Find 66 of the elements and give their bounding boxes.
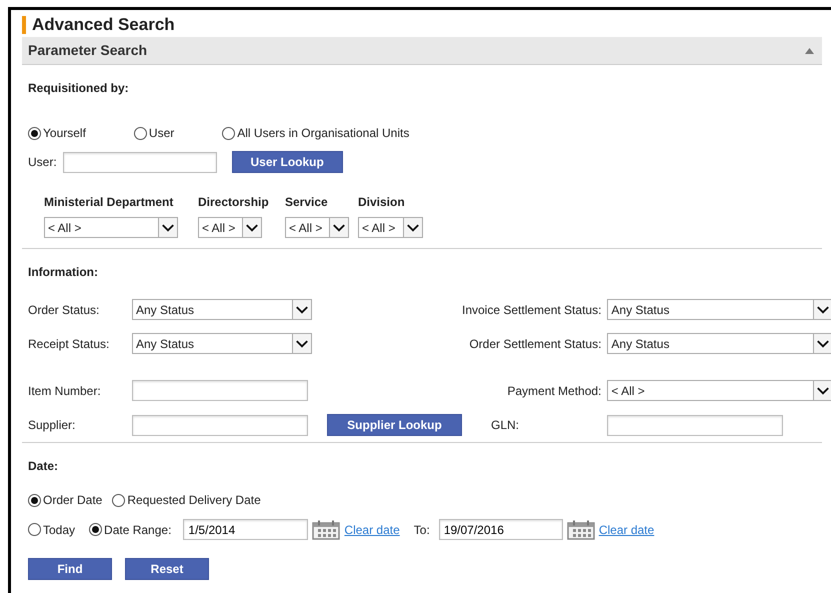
section-heading: Information: xyxy=(28,264,99,281)
radio-button[interactable] xyxy=(112,494,126,506)
clear-date-link[interactable]: Clear date xyxy=(598,520,654,538)
field-label: Invoice Settlement Status: xyxy=(462,302,602,318)
filter-label: Ministerial Department xyxy=(44,194,174,211)
text-field[interactable] xyxy=(607,414,784,436)
filter-dropdown[interactable]: < All > xyxy=(198,217,262,238)
field-label: Supplier: xyxy=(28,417,76,434)
status-dropdown[interactable]: Any Status xyxy=(132,299,312,320)
calendar-icon[interactable] xyxy=(566,520,595,540)
chevron-icon[interactable] xyxy=(292,334,311,353)
user-field[interactable] xyxy=(62,152,217,172)
radio-label: User xyxy=(148,125,174,142)
status-dropdown[interactable]: < All > xyxy=(607,380,831,401)
field-label: Receipt Status: xyxy=(28,336,110,352)
collapse-icon[interactable] xyxy=(805,48,814,54)
supplier-lookup-button[interactable]: Supplier Lookup xyxy=(327,414,462,436)
field-label: Order Settlement Status: xyxy=(469,336,602,352)
chevron-icon[interactable] xyxy=(813,334,831,353)
radio-button[interactable] xyxy=(28,126,41,140)
panel-header[interactable]: Parameter Search xyxy=(22,37,822,65)
radio-label: Order Date xyxy=(43,492,102,509)
radio-label: Yourself xyxy=(43,125,86,142)
status-dropdown[interactable]: Any Status xyxy=(607,299,831,320)
filter-dropdown[interactable]: < All > xyxy=(285,217,349,238)
radio-label: All Users in Organisational Units xyxy=(237,125,410,142)
radio-label: Requested Delivery Date xyxy=(127,492,261,509)
section-heading: Requisitioned by: xyxy=(28,80,130,97)
chevron-icon[interactable] xyxy=(813,300,831,319)
action-button[interactable]: Find xyxy=(28,558,112,580)
field-label: To: xyxy=(414,522,430,538)
section-heading: Date: xyxy=(28,458,60,475)
field-label: Item Number: xyxy=(28,382,102,400)
radio-label: Today xyxy=(43,522,76,538)
calendar-icon[interactable] xyxy=(312,520,340,540)
chevron-icon[interactable] xyxy=(329,218,348,237)
clear-date-link[interactable]: Clear date xyxy=(344,520,400,538)
filter-label: Service xyxy=(285,194,329,211)
status-dropdown[interactable]: Any Status xyxy=(132,333,312,354)
filter-label: Directorship xyxy=(198,194,270,211)
text-field[interactable] xyxy=(132,414,308,436)
date-field[interactable]: 1/5/2014 xyxy=(183,519,308,540)
panel-title: Parameter Search xyxy=(28,41,148,60)
chevron-icon[interactable] xyxy=(292,300,311,319)
chevron-icon[interactable] xyxy=(403,218,422,237)
radio-button[interactable] xyxy=(28,494,41,506)
filter-label: Division xyxy=(358,194,406,211)
radio-button[interactable] xyxy=(28,523,41,536)
date-field[interactable]: 19/07/2016 xyxy=(438,519,563,540)
chevron-icon[interactable] xyxy=(242,218,261,237)
radio-button[interactable] xyxy=(89,523,102,536)
chevron-icon[interactable] xyxy=(813,381,831,400)
chevron-icon[interactable] xyxy=(158,218,177,237)
radio-button[interactable] xyxy=(222,126,236,140)
radio-button[interactable] xyxy=(134,126,147,140)
action-button[interactable]: Reset xyxy=(125,558,209,580)
field-label: GLN: xyxy=(490,417,520,434)
field-label: Payment Method: xyxy=(507,382,602,400)
filter-dropdown[interactable]: < All > xyxy=(358,217,423,238)
status-dropdown[interactable]: Any Status xyxy=(607,333,831,354)
filter-dropdown[interactable]: < All > xyxy=(44,217,178,238)
field-label: Order Status: xyxy=(28,302,100,318)
radio-label: Date Range: xyxy=(104,522,172,538)
field-label: User: xyxy=(28,154,57,171)
user-lookup-button[interactable]: User Lookup xyxy=(232,151,343,173)
text-field[interactable] xyxy=(132,380,308,401)
